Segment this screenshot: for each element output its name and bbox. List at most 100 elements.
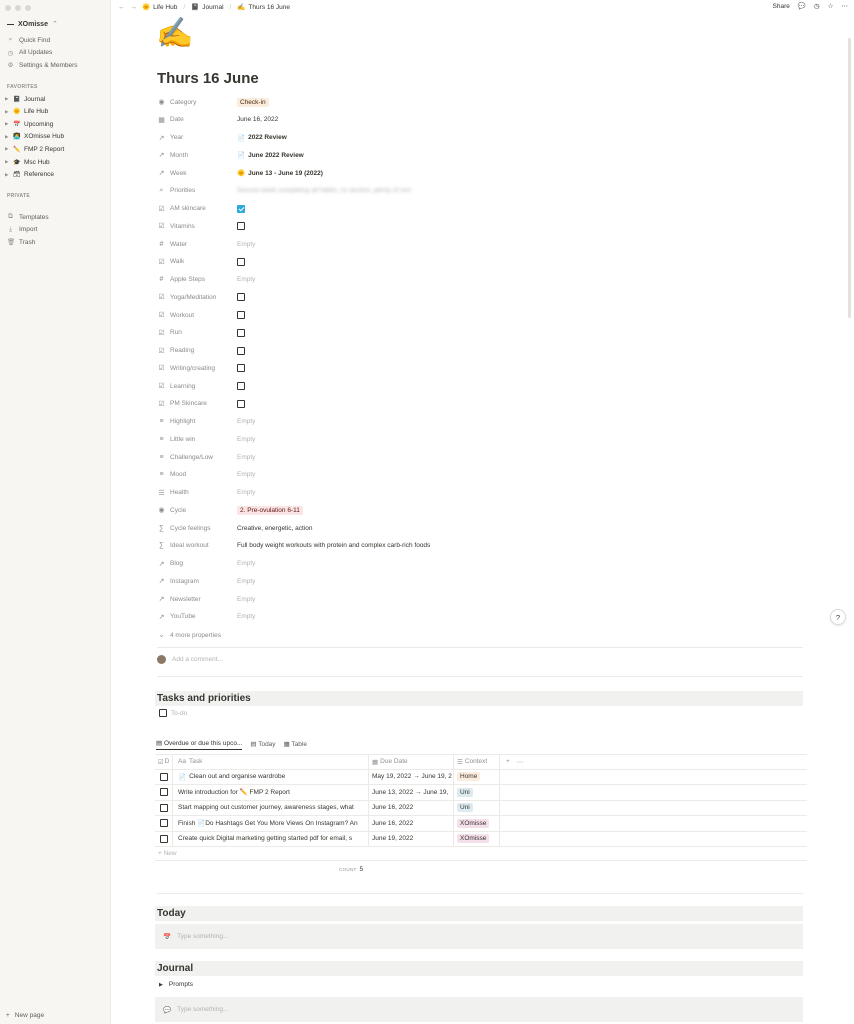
checkbox[interactable] xyxy=(237,204,245,213)
property-value[interactable]: Empty xyxy=(237,471,255,478)
expand-triangle-icon[interactable]: ▶ xyxy=(5,109,10,115)
todo-item[interactable]: To-do xyxy=(159,709,187,717)
page-icon[interactable]: ✍️ xyxy=(156,14,193,54)
task-checkbox[interactable] xyxy=(159,803,168,812)
property-value[interactable] xyxy=(237,204,245,213)
table-row[interactable]: Start mapping out customer journey, awar… xyxy=(155,800,807,816)
sidebar-fav-journal[interactable]: ▶ 📓 Journal xyxy=(5,93,45,105)
checkbox[interactable] xyxy=(237,293,245,302)
property-value[interactable] xyxy=(237,293,245,302)
checkbox[interactable] xyxy=(237,222,245,231)
share-button[interactable]: Share xyxy=(773,3,790,10)
task-checkbox[interactable] xyxy=(159,834,168,843)
prompts-toggle[interactable]: ▶ Prompts xyxy=(159,981,193,988)
view-tab-1[interactable]: ▤ Today xyxy=(250,740,275,748)
property-name[interactable]: ∑ Cycle feelings xyxy=(157,525,237,532)
sidebar-trash[interactable]: 🗑 Trash xyxy=(7,236,35,248)
table-row[interactable]: 📄 Clean out and organise wardrobe May 19, … xyxy=(155,769,807,785)
task-checkbox[interactable] xyxy=(159,819,168,828)
sidebar-fav-upcoming[interactable]: ▶ 📅 Upcoming xyxy=(5,118,53,130)
checkbox[interactable] xyxy=(237,328,245,337)
comment-icon[interactable]: 💬 xyxy=(798,2,806,10)
table-row[interactable]: Write introduction for ✏️ FMP 2 Report Ju… xyxy=(155,785,807,801)
property-value[interactable]: Full body weight workouts with protein a… xyxy=(237,542,430,549)
back-arrow-icon[interactable]: ← xyxy=(118,4,125,11)
property-name[interactable]: ☑ Reading xyxy=(157,347,237,355)
property-name[interactable]: ☑ AM skincare xyxy=(157,205,237,213)
property-name[interactable]: ≡ Little win xyxy=(157,436,237,443)
property-value[interactable] xyxy=(237,382,245,390)
property-name[interactable]: ≡ Highlight xyxy=(157,418,237,425)
window-controls[interactable] xyxy=(5,5,31,11)
column-more-icon[interactable]: ⋯ xyxy=(517,758,524,766)
checkbox[interactable] xyxy=(237,257,245,266)
property-value[interactable]: Empty xyxy=(237,613,255,620)
checkbox[interactable] xyxy=(237,311,245,319)
property-name[interactable]: ▦ Date xyxy=(157,116,237,124)
table-row[interactable]: Create quick Digital marketing getting s… xyxy=(155,831,807,847)
property-value[interactable]: 📄 June 2022 Review xyxy=(237,151,304,160)
favorite-star-icon[interactable]: ☆ xyxy=(828,2,834,10)
comment-input[interactable]: Add a comment... xyxy=(157,655,223,664)
property-name[interactable]: ↗ Blog xyxy=(157,560,237,568)
workspace-switcher[interactable]: XOmisse ⌃ xyxy=(7,20,58,28)
property-name[interactable]: ☑ Walk xyxy=(157,258,237,266)
checkbox[interactable] xyxy=(237,399,245,408)
property-name[interactable]: ↗ Week xyxy=(157,169,237,178)
view-tab-2[interactable]: ▦ Table xyxy=(284,740,307,748)
breadcrumb-item[interactable]: ✍️ Thurs 16 June xyxy=(237,3,290,12)
help-button[interactable]: ? xyxy=(830,609,846,625)
property-name[interactable]: ☰ Health xyxy=(157,489,237,497)
forward-arrow-icon[interactable]: → xyxy=(130,4,137,11)
more-options-icon[interactable]: ⋯ xyxy=(842,2,849,10)
property-name[interactable]: ☑ Yoga/Meditation xyxy=(157,293,237,302)
property-value[interactable]: 📄 2022 Review xyxy=(237,134,287,142)
property-value[interactable]: Creative, energetic, action xyxy=(237,525,313,532)
expand-triangle-icon[interactable]: ▶ xyxy=(5,172,10,178)
sidebar-fav-life-hub[interactable]: ▶ 🌞 Life Hub xyxy=(5,106,48,118)
property-name[interactable]: ↗ Year xyxy=(157,134,237,142)
property-value[interactable] xyxy=(237,257,245,266)
sidebar-fav-xomisse-hub[interactable]: ▶ 👩‍💻 XOmisse Hub xyxy=(5,131,64,143)
property-value[interactable]: Empty xyxy=(237,596,255,603)
property-name[interactable]: ☑ Workout xyxy=(157,311,237,320)
property-name[interactable]: ☑ Writing/creating xyxy=(157,364,237,373)
property-value[interactable] xyxy=(237,399,245,408)
property-value[interactable]: Second week completing all habits, no al… xyxy=(237,187,411,194)
property-value[interactable]: Empty xyxy=(237,241,255,248)
todo-checkbox[interactable] xyxy=(159,709,167,717)
sidebar-fav-fmp-2-report[interactable]: ▶ ✏️ FMP 2 Report xyxy=(5,143,64,155)
page-title[interactable]: Thurs 16 June xyxy=(157,70,259,87)
property-value[interactable]: Empty xyxy=(237,418,255,425)
property-name[interactable]: ≡ Mood xyxy=(157,471,237,478)
sidebar-quick-find[interactable]: ⌕ Quick Find xyxy=(7,34,50,46)
property-name[interactable]: ↗ YouTube xyxy=(157,613,237,621)
expand-triangle-icon[interactable]: ▶ xyxy=(5,134,10,140)
updates-clock-icon[interactable]: ◷ xyxy=(814,2,820,10)
task-checkbox[interactable] xyxy=(159,772,168,781)
scrollbar[interactable] xyxy=(848,38,851,318)
checkbox[interactable] xyxy=(237,382,245,390)
property-value[interactable]: June 16, 2022 xyxy=(237,116,278,123)
sidebar-templates[interactable]: ⧉ Templates xyxy=(7,211,48,223)
property-value[interactable]: Empty xyxy=(237,489,255,496)
property-value[interactable]: 🌞 June 13 - June 19 (2022) xyxy=(237,169,323,178)
sidebar-all-updates[interactable]: ◷ All Updates xyxy=(7,47,53,59)
property-value[interactable] xyxy=(237,328,245,337)
view-tab-0[interactable]: ▤ Overdue or due this upco... xyxy=(156,739,243,750)
property-name[interactable]: ∑ Ideal workout xyxy=(157,542,237,549)
property-name[interactable]: # Apple Steps xyxy=(157,276,237,283)
property-name[interactable]: ☑ PM Skincare xyxy=(157,400,237,408)
table-row[interactable]: Finish 📄Do Hashtags Get You More Views O… xyxy=(155,816,807,832)
property-value[interactable]: Empty xyxy=(237,578,255,585)
breadcrumb-item[interactable]: 📓 Journal xyxy=(191,3,223,12)
property-value[interactable]: Empty xyxy=(237,454,255,461)
expand-triangle-icon[interactable]: ▶ xyxy=(5,146,10,152)
property-value[interactable]: Check-in xyxy=(237,97,269,107)
property-name[interactable]: # Water xyxy=(157,241,237,248)
property-name[interactable]: ☑ Run xyxy=(157,329,237,337)
task-checkbox[interactable] xyxy=(159,788,168,797)
new-row-button[interactable]: + New xyxy=(155,847,807,861)
more-properties-toggle[interactable]: ⌄ 4 more properties xyxy=(157,628,807,642)
property-name[interactable]: ⌕ Priorities xyxy=(157,187,237,195)
